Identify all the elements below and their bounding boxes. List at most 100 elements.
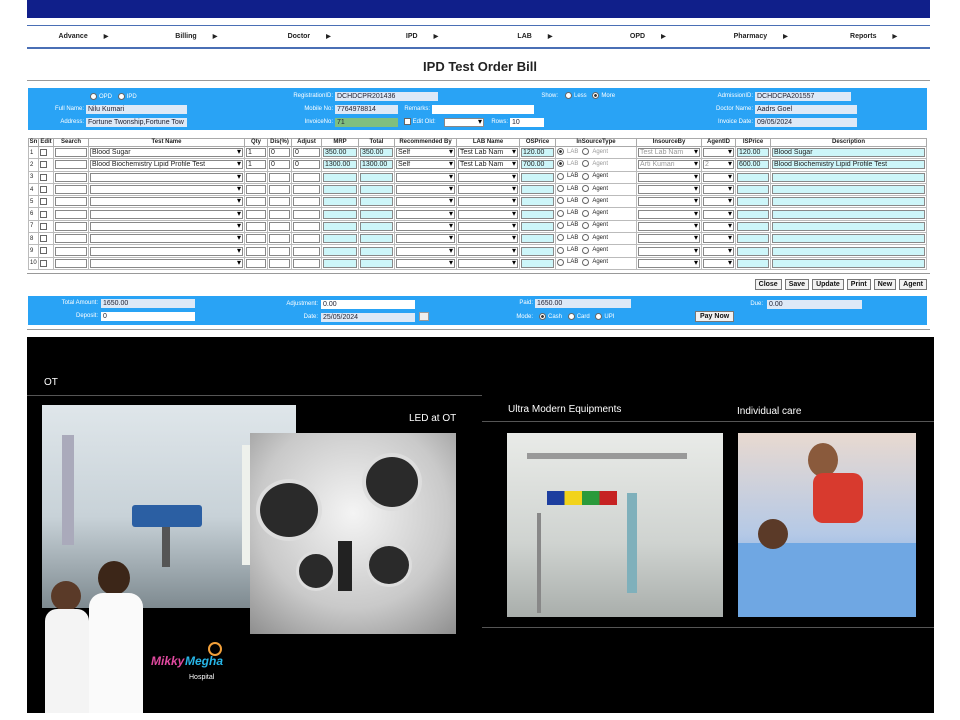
os-cell[interactable] bbox=[521, 258, 554, 268]
mrp-cell[interactable] bbox=[323, 246, 357, 256]
adj-cell[interactable] bbox=[293, 221, 320, 231]
date-field[interactable]: 25/05/2024 bbox=[321, 313, 415, 322]
os-cell[interactable] bbox=[521, 209, 554, 219]
insby-select[interactable] bbox=[638, 258, 700, 268]
print-button[interactable]: Print bbox=[846, 279, 871, 290]
agent-radio[interactable] bbox=[582, 209, 590, 217]
doctor-field[interactable]: Aadrs Goel bbox=[755, 105, 857, 114]
invoice-field[interactable]: 71 bbox=[335, 118, 398, 127]
qty-cell[interactable] bbox=[246, 258, 266, 268]
calendar-icon[interactable] bbox=[419, 312, 429, 321]
total-cell[interactable] bbox=[360, 221, 393, 231]
cash-radio[interactable] bbox=[539, 313, 546, 320]
remarks-field[interactable] bbox=[432, 105, 534, 114]
mrp-cell[interactable]: 350.00 bbox=[323, 148, 357, 158]
desc-cell[interactable]: Blood Biochemistry Lipid Profile Test bbox=[772, 160, 925, 170]
is-cell[interactable] bbox=[737, 172, 769, 182]
os-cell[interactable]: 700.00 bbox=[521, 160, 554, 170]
lab-radio[interactable] bbox=[557, 209, 564, 217]
desc-cell[interactable] bbox=[772, 185, 925, 195]
agent-radio[interactable] bbox=[582, 148, 590, 156]
insby-select[interactable] bbox=[638, 209, 700, 219]
lab-radio[interactable] bbox=[557, 258, 564, 266]
test-select[interactable]: Blood Sugar bbox=[90, 148, 243, 158]
edit-checkbox[interactable] bbox=[40, 149, 47, 157]
edit-checkbox[interactable] bbox=[40, 198, 47, 206]
agent-radio[interactable] bbox=[582, 185, 590, 193]
dis-cell[interactable] bbox=[269, 185, 290, 195]
test-select[interactable] bbox=[90, 209, 243, 219]
more-radio[interactable] bbox=[592, 92, 600, 99]
dis-cell[interactable] bbox=[269, 258, 290, 268]
card-radio[interactable] bbox=[567, 313, 575, 320]
rec-select[interactable] bbox=[396, 221, 455, 231]
invoice-date-field[interactable]: 09/05/2024 bbox=[755, 118, 857, 127]
dis-cell[interactable]: 0 bbox=[269, 160, 290, 170]
admission-field[interactable]: DCHDCPA201557 bbox=[755, 92, 851, 101]
qty-cell[interactable] bbox=[246, 246, 266, 256]
test-select[interactable] bbox=[90, 172, 243, 182]
mrp-cell[interactable] bbox=[323, 234, 357, 244]
lab-radio[interactable] bbox=[557, 197, 564, 205]
search-input[interactable] bbox=[55, 246, 87, 256]
dis-cell[interactable] bbox=[269, 234, 290, 244]
edit-checkbox[interactable] bbox=[40, 173, 47, 181]
rec-select[interactable]: Self bbox=[396, 160, 455, 170]
agentid-select[interactable] bbox=[703, 221, 734, 231]
menu-item[interactable]: Billing ▶ bbox=[140, 33, 253, 40]
adj-cell[interactable] bbox=[293, 209, 320, 219]
agent-radio[interactable] bbox=[582, 160, 590, 168]
mrp-cell[interactable] bbox=[323, 172, 357, 182]
rec-select[interactable] bbox=[396, 246, 455, 256]
menu-item[interactable]: IPD ▶ bbox=[366, 33, 479, 40]
menu-item[interactable]: Pharmacy ▶ bbox=[704, 33, 817, 40]
agentid-select[interactable] bbox=[703, 172, 734, 182]
agentid-select[interactable] bbox=[703, 197, 734, 207]
address-field[interactable]: Fortune Twonship,Fortune Tow bbox=[86, 118, 187, 127]
menu-item[interactable]: Advance ▶ bbox=[27, 33, 140, 40]
is-cell[interactable] bbox=[737, 246, 769, 256]
agentid-select[interactable]: 2 bbox=[703, 160, 734, 170]
desc-cell[interactable] bbox=[772, 246, 925, 256]
update-button[interactable]: Update bbox=[812, 279, 844, 290]
total-cell[interactable] bbox=[360, 172, 393, 182]
agent-button[interactable]: Agent bbox=[899, 279, 927, 290]
insby-select[interactable] bbox=[638, 221, 700, 231]
dis-cell[interactable] bbox=[269, 172, 290, 182]
search-input[interactable] bbox=[55, 185, 87, 195]
insby-select[interactable] bbox=[638, 246, 700, 256]
menu-item[interactable]: OPD ▶ bbox=[591, 33, 704, 40]
edit-checkbox[interactable] bbox=[40, 186, 47, 193]
lab-select[interactable] bbox=[458, 197, 518, 207]
insby-select[interactable] bbox=[638, 172, 700, 182]
edit-checkbox[interactable] bbox=[40, 259, 47, 267]
insby-select[interactable] bbox=[638, 234, 700, 244]
close-button[interactable]: Close bbox=[754, 279, 782, 290]
lab-radio[interactable] bbox=[557, 221, 564, 229]
due-field[interactable]: 0.00 bbox=[767, 300, 862, 309]
desc-cell[interactable] bbox=[772, 258, 925, 268]
adj-cell[interactable]: 0 bbox=[293, 160, 320, 170]
adj-cell[interactable] bbox=[293, 258, 320, 268]
mobile-field[interactable]: 7764978814 bbox=[335, 105, 398, 114]
agentid-select[interactable] bbox=[703, 148, 734, 158]
os-cell[interactable] bbox=[521, 234, 554, 244]
adj-cell[interactable]: 0 bbox=[293, 148, 320, 158]
save-button[interactable]: Save bbox=[784, 279, 810, 290]
total-cell[interactable] bbox=[360, 185, 393, 195]
adj-cell[interactable] bbox=[293, 172, 320, 182]
mrp-cell[interactable]: 1300.00 bbox=[323, 160, 357, 170]
registration-field[interactable]: DCHDCPR201436 bbox=[335, 92, 438, 101]
new-button[interactable]: New bbox=[873, 279, 897, 290]
rec-select[interactable] bbox=[396, 197, 455, 207]
edit-checkbox[interactable] bbox=[40, 161, 47, 169]
mrp-cell[interactable] bbox=[323, 221, 357, 231]
qty-cell[interactable] bbox=[246, 234, 266, 244]
agent-radio[interactable] bbox=[582, 197, 590, 205]
agentid-select[interactable] bbox=[703, 258, 734, 268]
dis-cell[interactable]: 0 bbox=[269, 148, 290, 158]
qty-cell[interactable] bbox=[246, 221, 266, 231]
desc-cell[interactable] bbox=[772, 172, 925, 182]
test-select[interactable] bbox=[90, 197, 243, 207]
total-cell[interactable] bbox=[360, 197, 393, 207]
